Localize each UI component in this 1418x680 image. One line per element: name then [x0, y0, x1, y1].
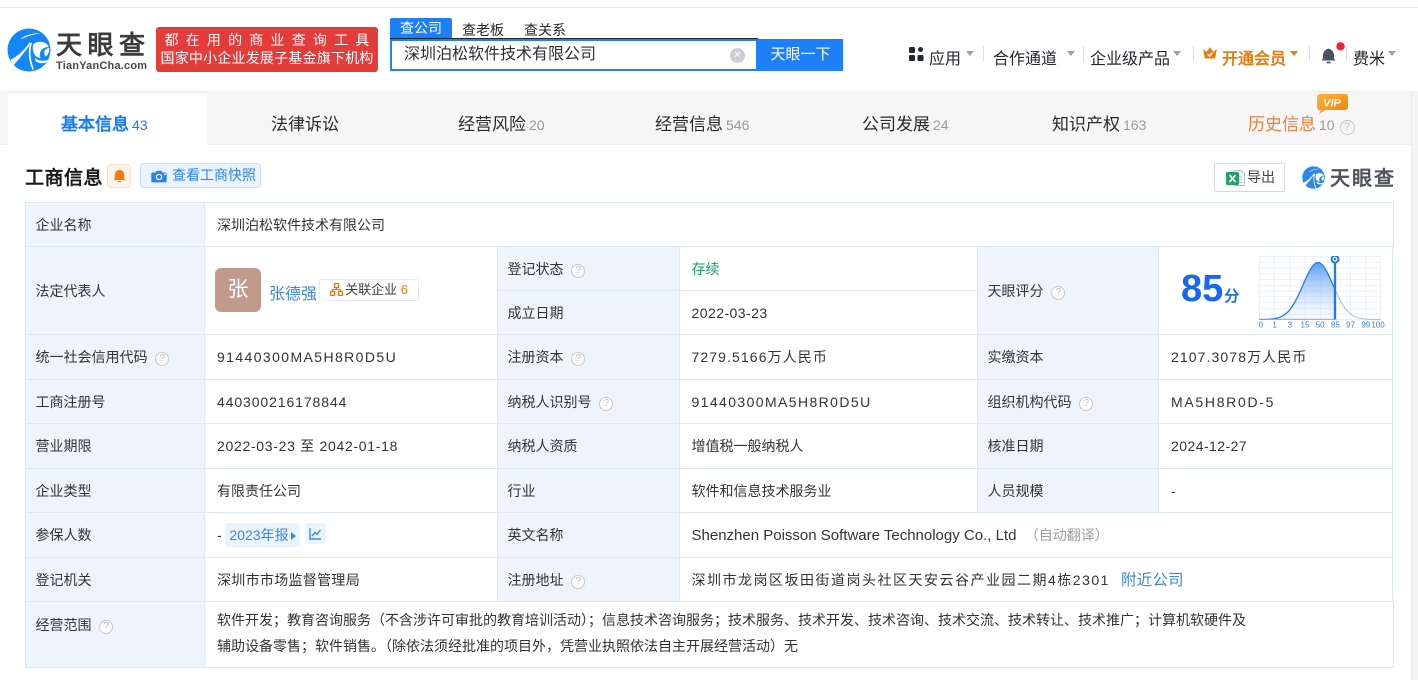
svg-text:99: 99 — [1361, 321, 1370, 330]
svg-text:0: 0 — [1259, 321, 1264, 330]
svg-text:1: 1 — [1272, 321, 1277, 330]
svg-text:15: 15 — [1301, 321, 1310, 330]
svg-text:3: 3 — [1288, 321, 1293, 330]
svg-text:VIP: VIP — [1323, 98, 1341, 110]
svg-text:85: 85 — [1331, 321, 1340, 330]
svg-text:50: 50 — [1316, 321, 1325, 330]
svg-text:100: 100 — [1371, 321, 1385, 330]
svg-text:97: 97 — [1346, 321, 1355, 330]
